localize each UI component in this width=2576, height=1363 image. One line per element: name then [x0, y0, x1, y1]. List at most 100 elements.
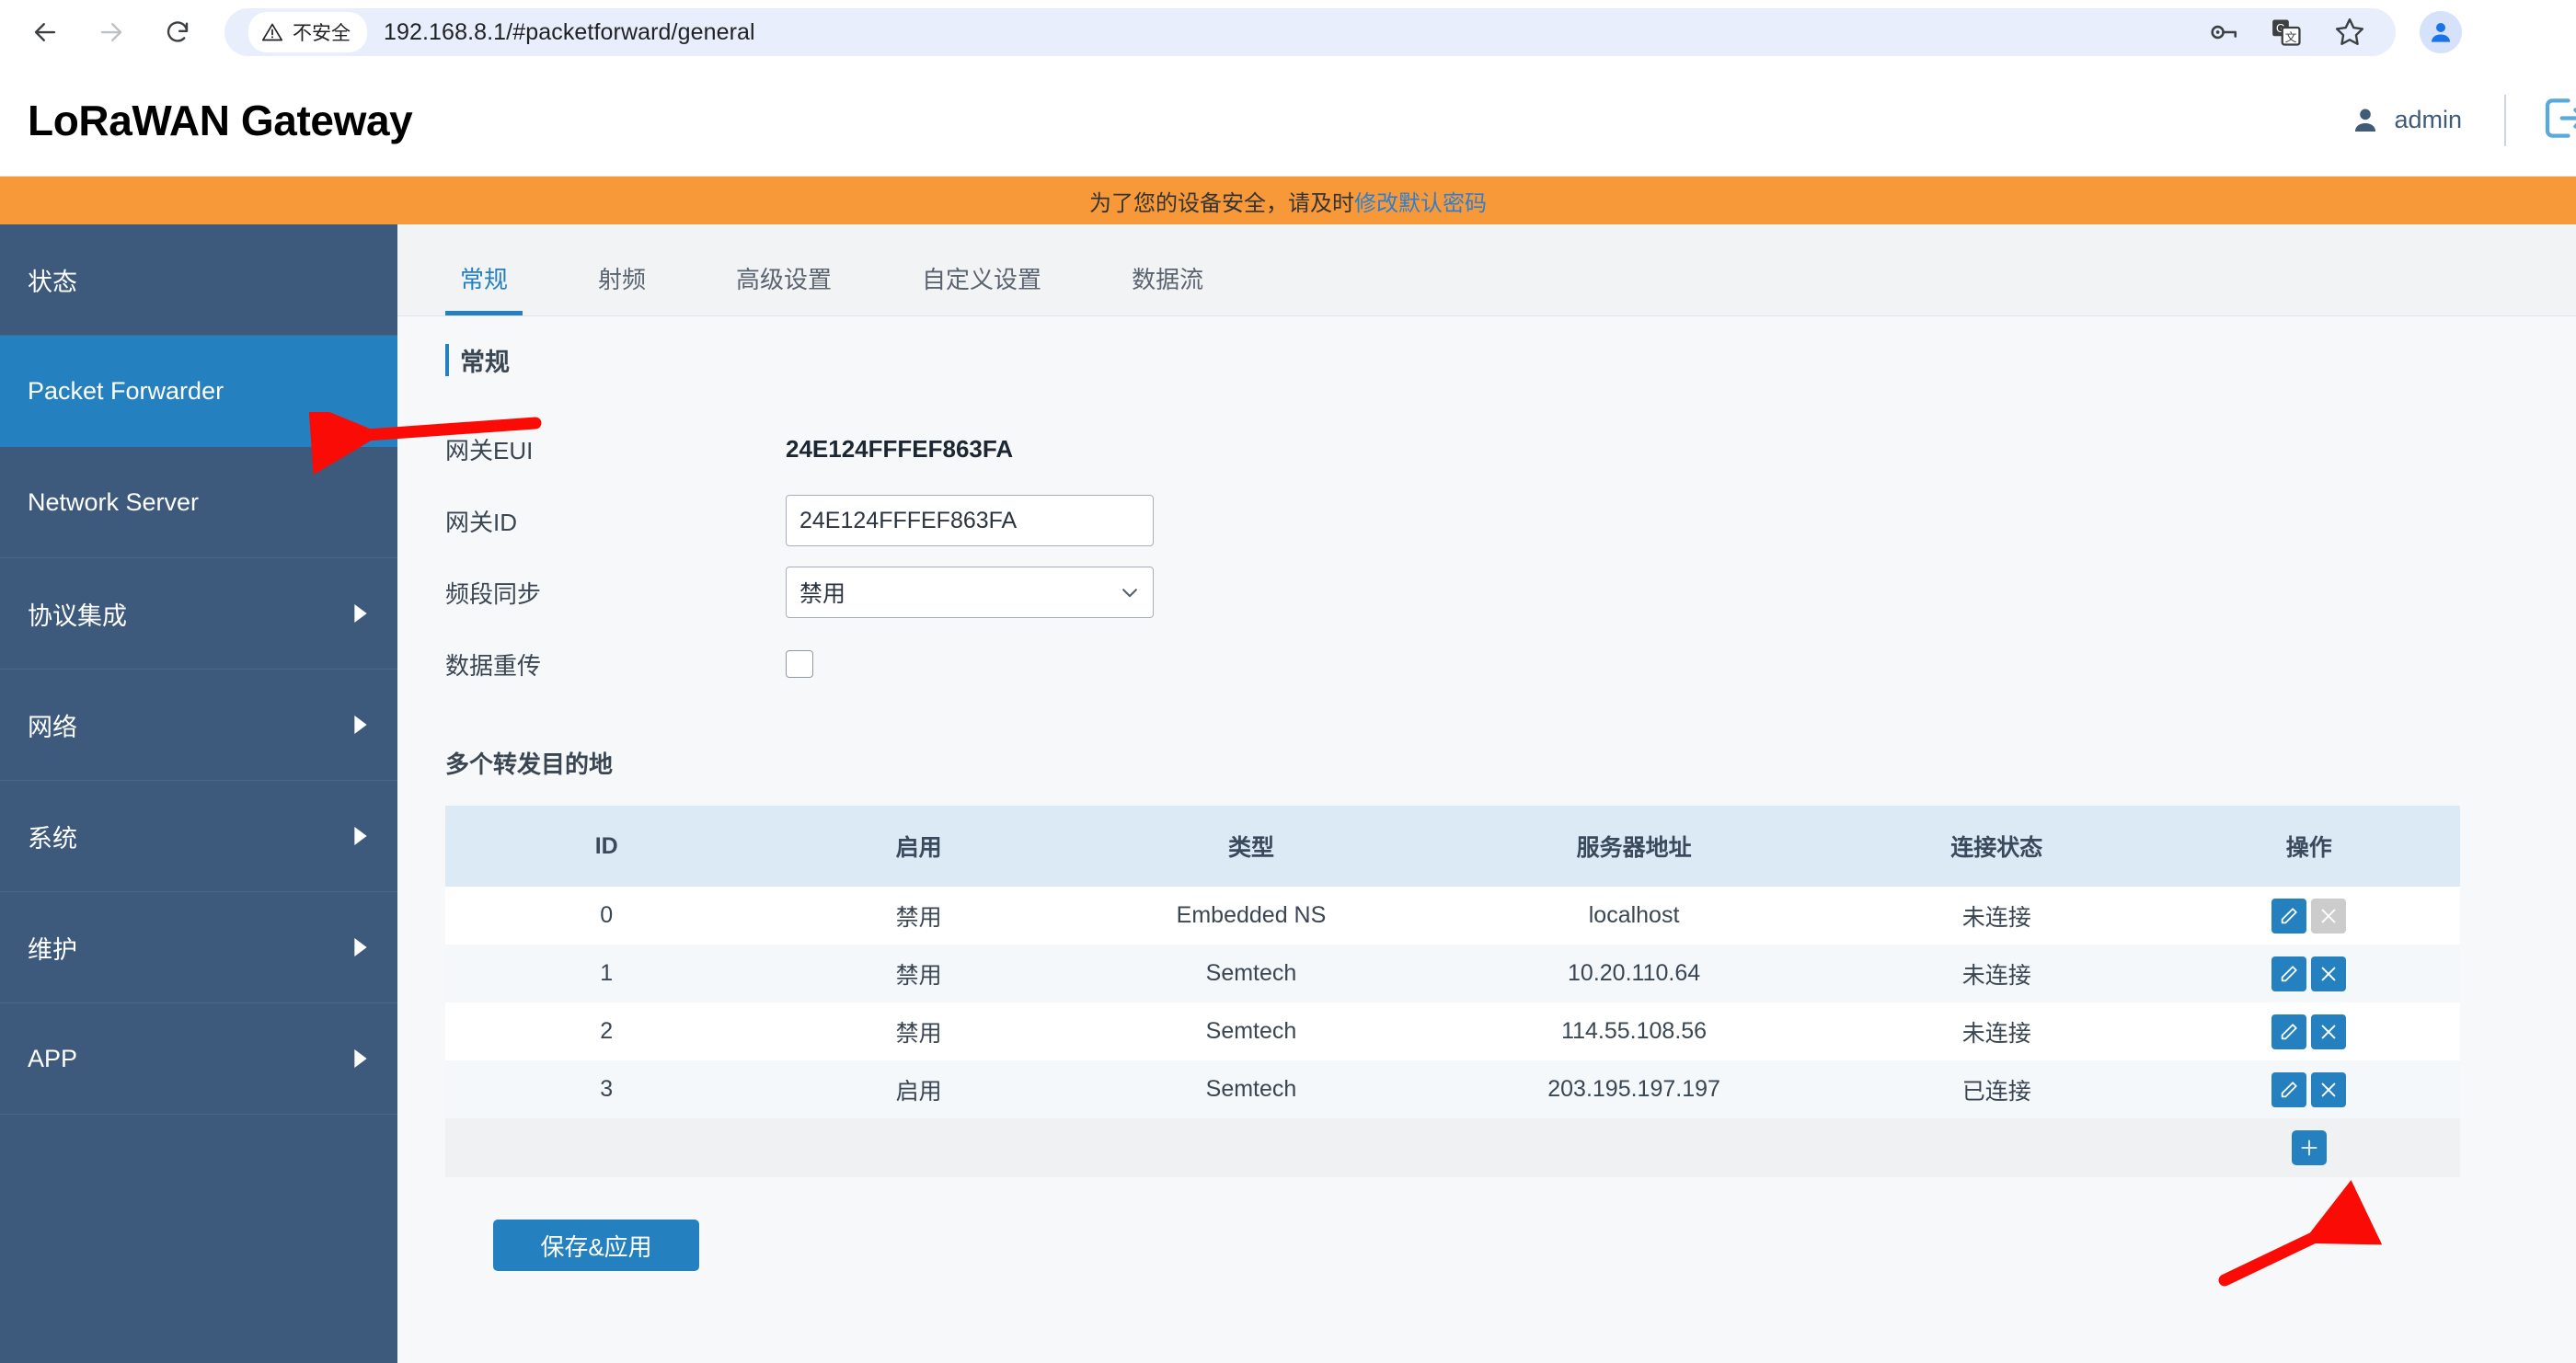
- app-title: LoRaWAN Gateway: [28, 96, 413, 144]
- col-header-server: 服务器地址: [1432, 806, 1836, 887]
- delete-row-button[interactable]: [2311, 1014, 2347, 1049]
- sidebar-item-packet-forwarder[interactable]: Packet Forwarder: [0, 336, 397, 447]
- security-status-chip[interactable]: 不安全: [248, 12, 367, 52]
- plus-icon: [2301, 1140, 2317, 1156]
- tab-traffic[interactable]: 数据流: [1117, 261, 1218, 315]
- gateway-eui-label: 网关EUI: [445, 436, 534, 464]
- pencil-icon: [2282, 965, 2297, 981]
- banner-text: 为了您的设备安全，请及时: [1089, 190, 1354, 216]
- browser-nav-buttons: [24, 11, 199, 53]
- tab-advanced[interactable]: 高级设置: [721, 261, 846, 315]
- omnibox-actions: G 文: [2208, 16, 2372, 49]
- gateway-id-input[interactable]: [786, 495, 1154, 546]
- cell-actions: [2157, 1002, 2460, 1060]
- add-destination-button[interactable]: [2291, 1130, 2327, 1165]
- forward-button[interactable]: [90, 11, 132, 53]
- bookmark-star-icon[interactable]: [2333, 16, 2366, 49]
- data-retransmit-checkbox[interactable]: [786, 650, 813, 678]
- cell-type: Embedded NS: [1069, 887, 1433, 945]
- header-right-group: admin: [2350, 64, 2548, 176]
- delete-row-button: [2311, 898, 2347, 933]
- reload-button[interactable]: [156, 11, 199, 53]
- delete-row-button[interactable]: [2311, 1071, 2347, 1107]
- destinations-title: 多个转发目的地: [445, 750, 614, 778]
- sidebar-item-label: 状态: [28, 268, 77, 296]
- tab-custom[interactable]: 自定义设置: [907, 261, 1056, 315]
- field-row-band-sync: 频段同步 禁用: [445, 556, 2576, 628]
- sidebar-item-maintenance[interactable]: 维护: [0, 892, 397, 1003]
- close-x-icon: [2321, 1025, 2336, 1038]
- edit-row-button[interactable]: [2271, 1014, 2307, 1049]
- cell-status: 已连接: [1835, 1060, 2158, 1118]
- url-text[interactable]: 192.168.8.1/#packetforward/general: [384, 19, 755, 46]
- cell-server: 203.195.197.197: [1432, 1060, 1836, 1118]
- main-content: 常规 射频 高级设置 自定义设置 数据流 常规 网关EUI 24E124FFFE…: [397, 224, 2576, 1363]
- change-password-link[interactable]: 修改默认密码: [1354, 185, 1487, 217]
- table-row[interactable]: 3 启用 Semtech 203.195.197.197 已连接: [445, 1060, 2460, 1118]
- address-bar[interactable]: 不安全 192.168.8.1/#packetforward/general G…: [224, 8, 2396, 56]
- cell-id: 2: [445, 1002, 768, 1060]
- back-button[interactable]: [24, 11, 66, 53]
- cell-actions: [2157, 887, 2460, 945]
- table-header-row: ID 启用 类型 服务器地址 连接状态 操作: [445, 806, 2460, 887]
- table-row[interactable]: 2 禁用 Semtech 114.55.108.56 未连接: [445, 1002, 2460, 1060]
- delete-row-button[interactable]: [2311, 956, 2347, 991]
- field-row-gateway-eui: 网关EUI 24E124FFFEF863FA: [445, 413, 2576, 485]
- edit-row-button[interactable]: [2271, 1071, 2307, 1107]
- panel-section-title: 常规: [445, 342, 2576, 378]
- svg-text:文: 文: [2285, 30, 2297, 44]
- table-row[interactable]: 0 禁用 Embedded NS localhost 未连接: [445, 887, 2460, 945]
- sidebar-item-system[interactable]: 系统: [0, 781, 397, 892]
- cell-server: 10.20.110.64: [1432, 945, 1836, 1002]
- app-header: LoRaWAN Gateway admin: [0, 64, 2576, 177]
- sidebar-item-protocol-integration[interactable]: 协议集成: [0, 558, 397, 670]
- band-sync-select[interactable]: 禁用: [786, 567, 1154, 618]
- edit-row-button[interactable]: [2271, 956, 2307, 991]
- table-row[interactable]: 1 禁用 Semtech 10.20.110.64 未连接: [445, 945, 2460, 1002]
- chevron-right-icon: [354, 716, 367, 734]
- browser-toolbar: 不安全 192.168.8.1/#packetforward/general G…: [0, 0, 2576, 64]
- header-divider: [2504, 94, 2506, 146]
- chevron-right-icon: [354, 827, 367, 845]
- save-and-apply-button[interactable]: 保存&应用: [493, 1220, 699, 1271]
- cell-actions: [2157, 1060, 2460, 1118]
- cell-type: Semtech: [1069, 1002, 1433, 1060]
- col-header-status: 连接状态: [1835, 806, 2158, 887]
- profile-avatar-icon: [2432, 23, 2450, 42]
- edit-row-button[interactable]: [2271, 898, 2307, 933]
- logout-button[interactable]: [2539, 93, 2576, 147]
- col-header-enabled: 启用: [767, 806, 1070, 887]
- sidebar-item-status[interactable]: 状态: [0, 224, 397, 336]
- col-header-type: 类型: [1069, 806, 1433, 887]
- general-settings-panel: 常规 网关EUI 24E124FFFEF863FA 网关ID 频段同步 禁用: [397, 316, 2576, 1271]
- cell-enabled: 禁用: [767, 1002, 1070, 1060]
- destinations-table-wrapper: ID 启用 类型 服务器地址 连接状态 操作 0 禁用 Embedded NS: [445, 806, 2460, 1177]
- col-header-actions: 操作: [2157, 806, 2460, 887]
- page-layout: 状态 Packet Forwarder Network Server 协议集成 …: [0, 224, 2576, 1363]
- tab-label: 常规: [460, 266, 509, 293]
- cell-actions: [2157, 945, 2460, 1002]
- data-retransmit-label: 数据重传: [445, 651, 542, 680]
- tab-label: 数据流: [1132, 266, 1204, 293]
- security-status-label: 不安全: [293, 22, 351, 44]
- tab-radio[interactable]: 射频: [583, 261, 661, 315]
- security-warning-banner: 为了您的设备安全，请及时 修改默认密码: [0, 177, 2576, 224]
- cell-id: 1: [445, 945, 768, 1002]
- cell-enabled: 启用: [767, 1060, 1070, 1118]
- sidebar-item-network[interactable]: 网络: [0, 670, 397, 781]
- browser-profile-button[interactable]: [2420, 11, 2462, 53]
- footer-actions: [2157, 1118, 2460, 1177]
- sidebar-item-app[interactable]: APP: [0, 1003, 397, 1115]
- user-menu[interactable]: admin: [2350, 105, 2462, 136]
- cell-enabled: 禁用: [767, 945, 1070, 1002]
- cell-type: Semtech: [1069, 945, 1433, 1002]
- cell-status: 未连接: [1835, 945, 2158, 1002]
- password-key-icon[interactable]: [2208, 17, 2239, 48]
- translate-icon[interactable]: G 文: [2271, 17, 2302, 48]
- tab-general[interactable]: 常规: [445, 261, 523, 315]
- pencil-icon: [2282, 1023, 2297, 1039]
- cell-enabled: 禁用: [767, 887, 1070, 945]
- user-name-label: admin: [2394, 106, 2462, 133]
- close-x-icon: [2321, 967, 2336, 980]
- sidebar-item-network-server[interactable]: Network Server: [0, 447, 397, 558]
